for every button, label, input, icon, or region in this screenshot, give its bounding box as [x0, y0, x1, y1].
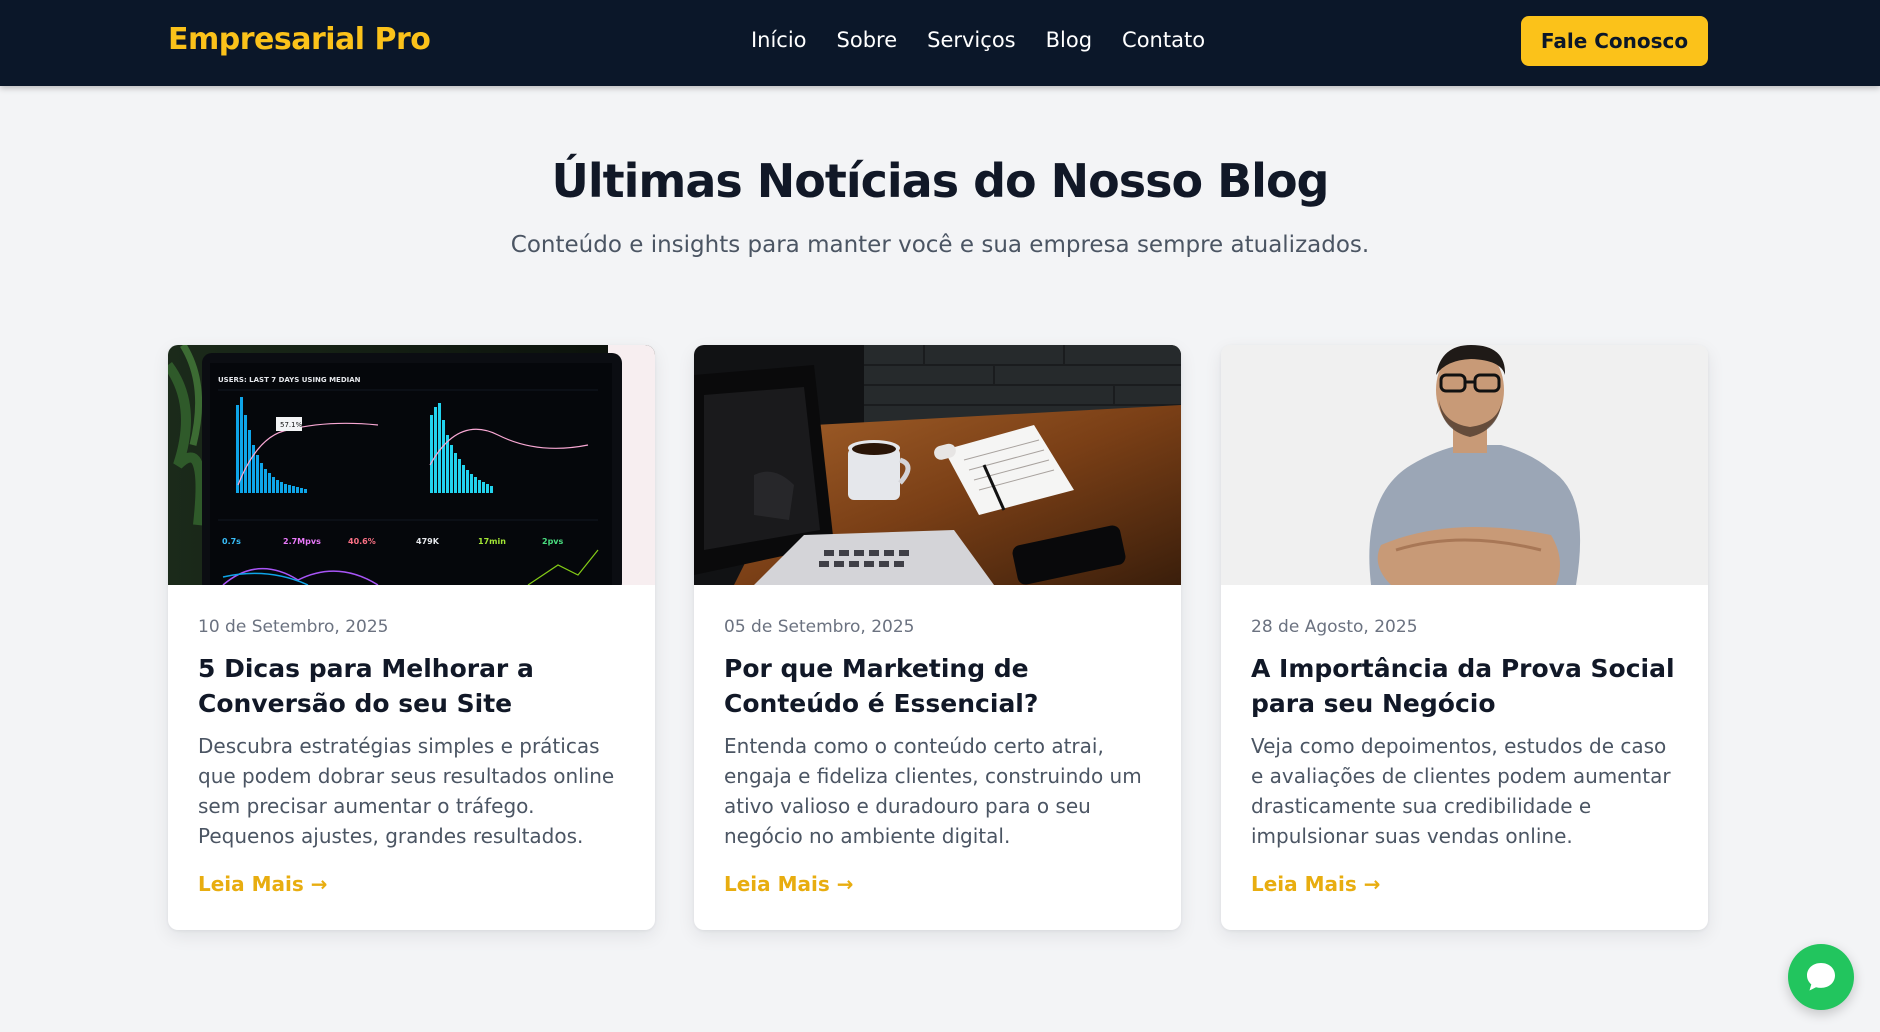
chat-bubble-icon	[1807, 963, 1835, 991]
nav-link-inicio[interactable]: Início	[751, 28, 807, 52]
desk-laptop-coffee-image[interactable]	[694, 345, 1181, 585]
card-body: 28 de Agosto, 2025 A Importância da Prov…	[1251, 617, 1681, 851]
stat-value: 2pvs	[542, 537, 564, 546]
contact-cta-button[interactable]: Fale Conosco	[1521, 16, 1708, 66]
stat-value: 40.6%	[348, 537, 376, 546]
blog-card: 05 de Setembro, 2025 Por que Marketing d…	[694, 345, 1181, 930]
post-title[interactable]: 5 Dicas para Melhorar a Conversão do seu…	[198, 651, 628, 721]
dashboard-tooltip: 57.1%	[280, 421, 303, 429]
post-excerpt: Entenda como o conteúdo certo atrai, eng…	[724, 734, 1142, 848]
post-date: 10 de Setembro, 2025	[198, 617, 389, 637]
dashboard-heading: USERS: LAST 7 DAYS USING MEDIAN	[218, 376, 361, 384]
card-body: 05 de Setembro, 2025 Por que Marketing d…	[724, 617, 1154, 851]
nav-link-servicos[interactable]: Serviços	[927, 28, 1015, 52]
blog-card: USERS: LAST 7 DAYS USING MEDIAN 57.1% 0.…	[168, 345, 655, 930]
section-title: Últimas Notícias do Nosso Blog	[551, 154, 1330, 208]
post-date: 28 de Agosto, 2025	[1251, 617, 1418, 637]
post-excerpt: Descubra estratégias simples e práticas …	[198, 734, 615, 848]
card-body: 10 de Setembro, 2025 5 Dicas para Melhor…	[198, 617, 628, 851]
post-title[interactable]: Por que Marketing de Conteúdo é Essencia…	[724, 651, 1154, 721]
read-more-link[interactable]: Leia Mais →	[724, 872, 854, 896]
blog-card: 28 de Agosto, 2025 A Importância da Prov…	[1221, 345, 1708, 930]
analytics-dashboard-illustration: USERS: LAST 7 DAYS USING MEDIAN 57.1% 0.…	[168, 345, 655, 585]
chat-button[interactable]	[1788, 944, 1854, 1010]
read-more-link[interactable]: Leia Mais →	[198, 872, 328, 896]
stat-value: 479K	[416, 537, 440, 546]
stat-value: 0.7s	[222, 537, 241, 546]
nav-link-contato[interactable]: Contato	[1122, 28, 1205, 52]
nav-link-sobre[interactable]: Sobre	[837, 28, 898, 52]
man-portrait-illustration	[1221, 345, 1708, 585]
post-excerpt: Veja como depoimentos, estudos de caso e…	[1251, 734, 1671, 848]
section-subtitle: Conteúdo e insights para manter você e s…	[510, 232, 1370, 258]
desk-laptop-coffee-illustration	[694, 345, 1181, 585]
stat-value: 2.7Mpvs	[283, 537, 321, 546]
post-title[interactable]: A Importância da Prova Social para seu N…	[1251, 651, 1681, 721]
navbar: Empresarial Pro Início Sobre Serviços Bl…	[0, 0, 1880, 86]
read-more-link[interactable]: Leia Mais →	[1251, 872, 1381, 896]
stat-value: 17min	[478, 537, 506, 546]
post-date: 05 de Setembro, 2025	[724, 617, 915, 637]
nav-link-blog[interactable]: Blog	[1046, 28, 1092, 52]
analytics-dashboard-image[interactable]: USERS: LAST 7 DAYS USING MEDIAN 57.1% 0.…	[168, 345, 655, 585]
man-portrait-image[interactable]	[1221, 345, 1708, 585]
